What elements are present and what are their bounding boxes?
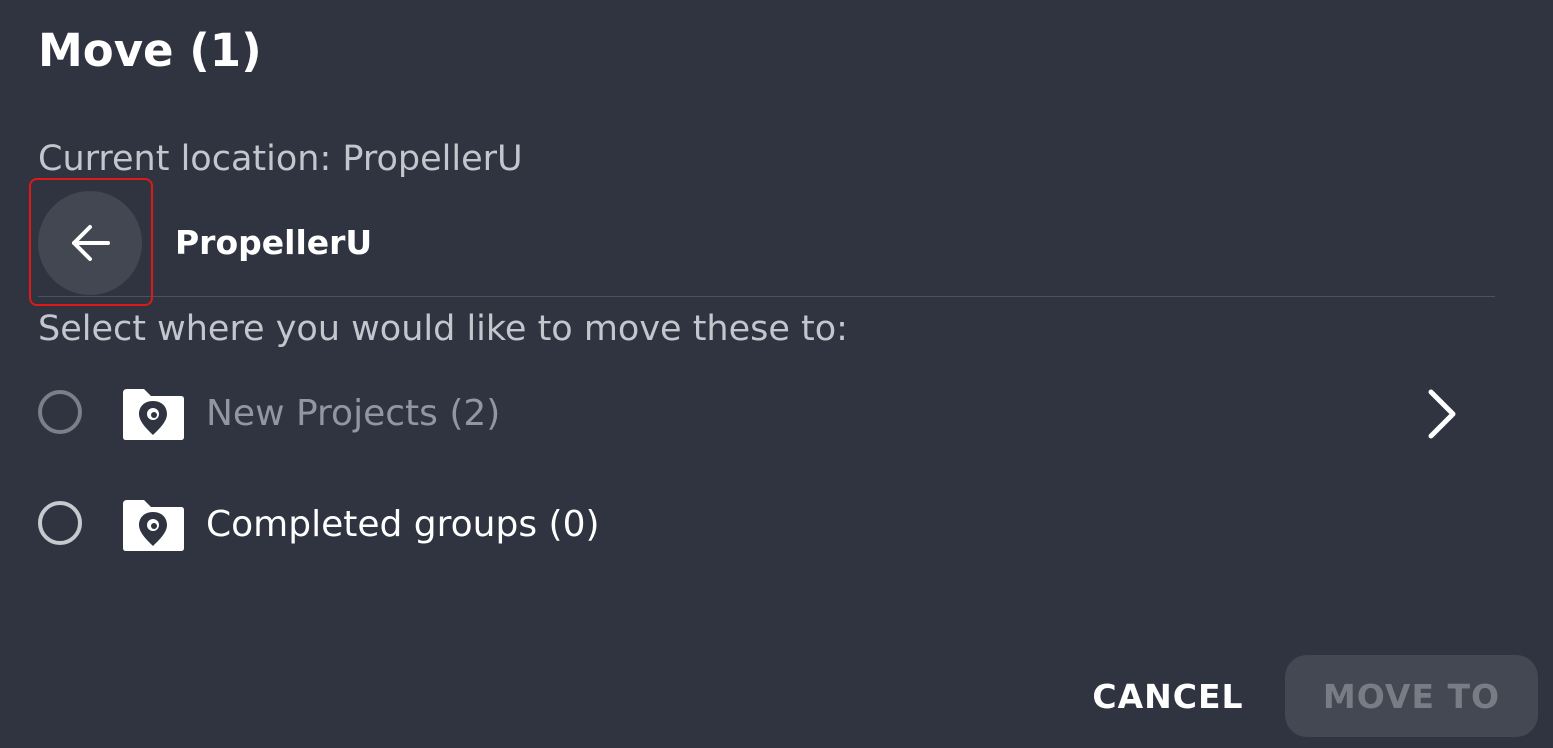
cancel-button[interactable]: CANCEL (1078, 656, 1258, 736)
dialog-title: Move (1) (38, 24, 262, 77)
arrow-left-icon (72, 225, 110, 261)
radio-button[interactable] (38, 501, 82, 545)
move-to-button[interactable]: MOVE TO (1285, 655, 1538, 737)
folder-location-icon (123, 500, 184, 551)
move-dialog: Move (1) Current location: PropellerU Pr… (0, 0, 1553, 748)
option-label: New Projects (2) (206, 393, 501, 434)
back-button[interactable] (38, 191, 142, 295)
option-label: Completed groups (0) (206, 504, 600, 545)
option-completed-groups[interactable]: Completed groups (0) (38, 485, 1478, 565)
current-folder-label: PropellerU (175, 223, 373, 262)
chevron-right-icon[interactable] (1423, 386, 1463, 442)
option-new-projects[interactable]: New Projects (2) (38, 374, 1478, 454)
folder-location-icon (123, 389, 184, 440)
radio-button[interactable] (38, 390, 82, 434)
instruction-text: Select where you would like to move thes… (38, 309, 848, 349)
current-location-text: Current location: PropellerU (38, 139, 523, 179)
folder-navigation-row: PropellerU (29, 178, 1495, 306)
